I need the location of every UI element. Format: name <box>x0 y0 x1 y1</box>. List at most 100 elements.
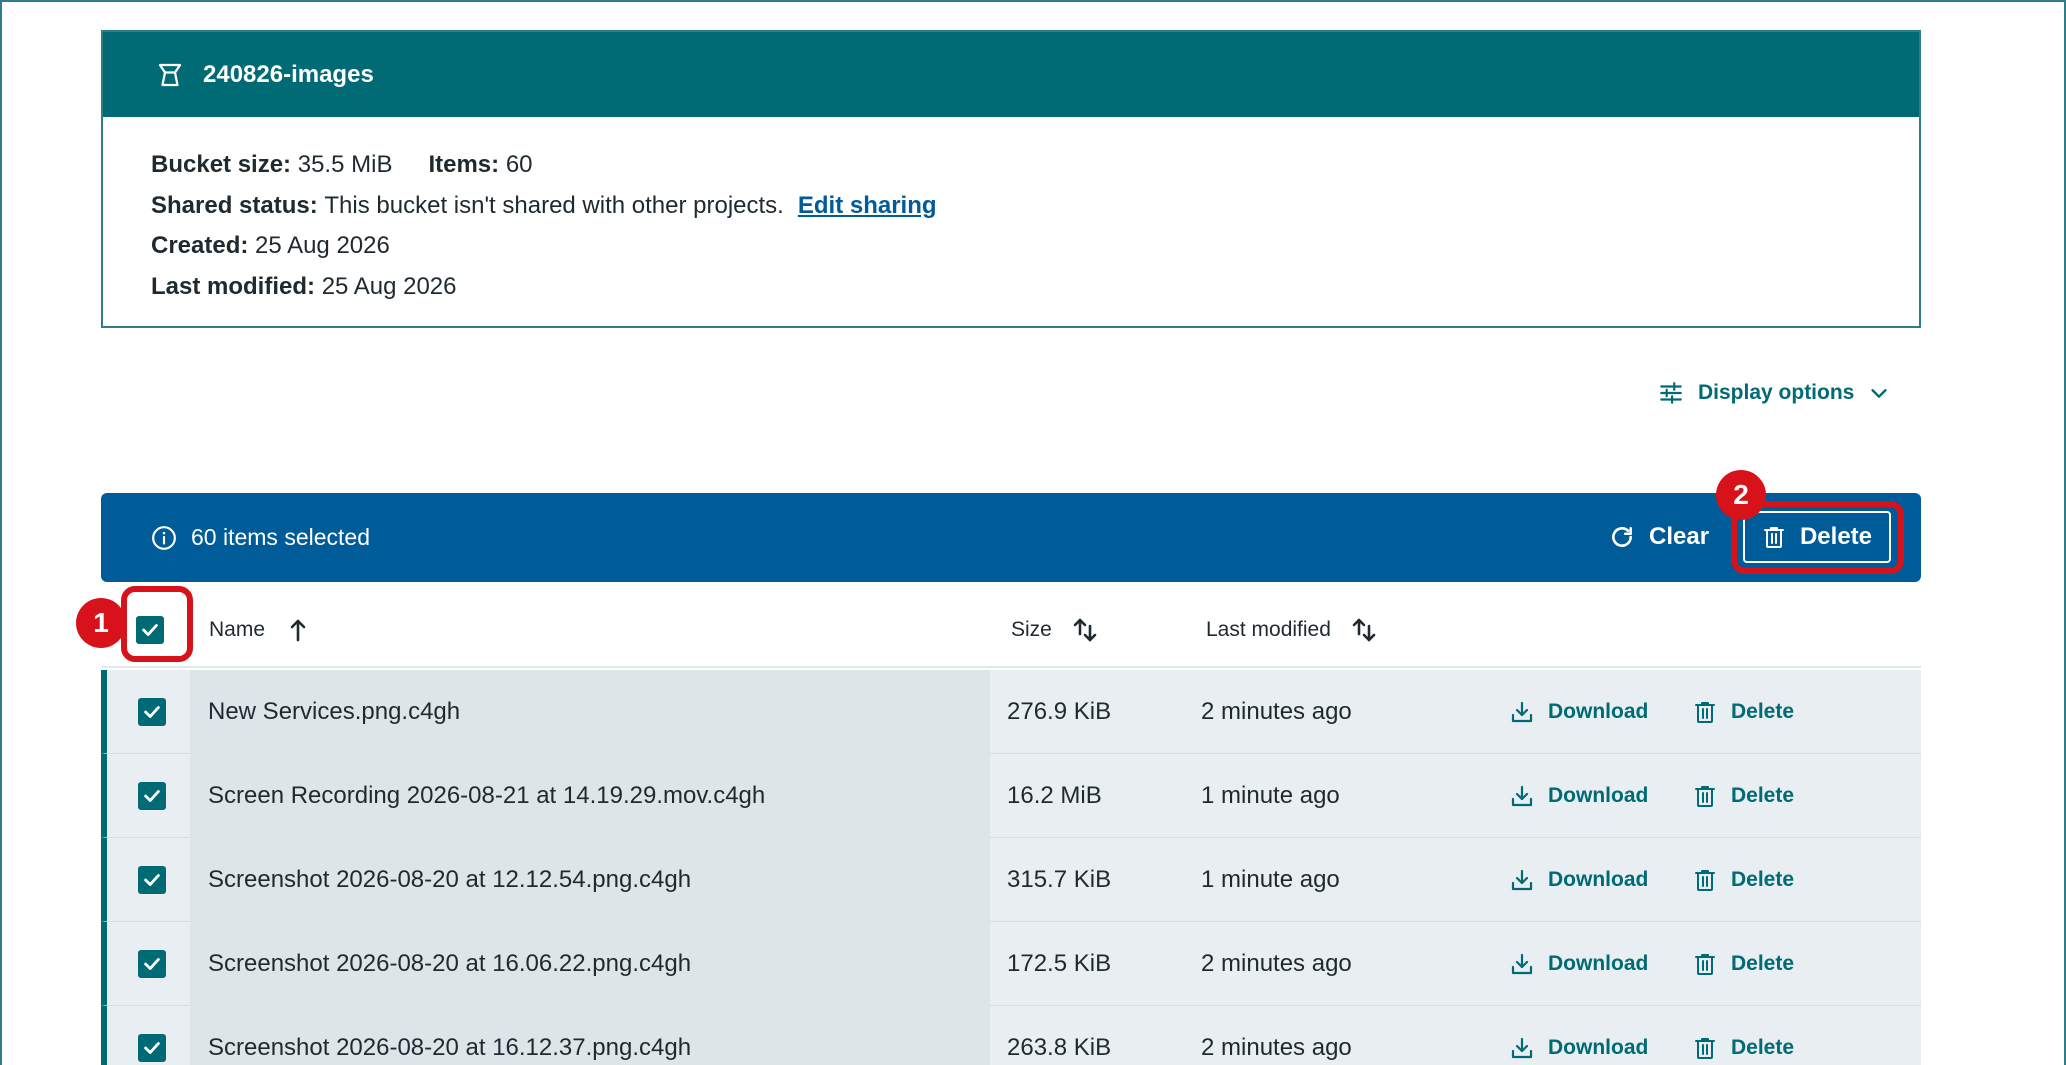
shared-status-label: Shared status: <box>151 191 318 219</box>
created-label: Created: <box>151 232 249 259</box>
download-icon <box>1510 700 1534 724</box>
download-label: Download <box>1548 1036 1649 1059</box>
bucket-name: 240826-images <box>203 60 374 88</box>
download-icon <box>1510 784 1534 808</box>
file-name[interactable]: Screenshot 2026-08-20 at 12.12.54.png.c4… <box>190 838 990 922</box>
file-size: 263.8 KiB <box>1007 1034 1112 1061</box>
delete-button[interactable]: Delete <box>1693 754 1794 838</box>
refresh-icon <box>1609 524 1635 550</box>
file-last-modified: 2 minutes ago <box>1201 698 1352 725</box>
annotation-badge-2: 2 <box>1716 470 1766 520</box>
download-button[interactable]: Download <box>1510 922 1648 1006</box>
delete-label: Delete <box>1731 1036 1795 1059</box>
file-size: 16.2 MiB <box>1007 782 1102 809</box>
delete-label: Delete <box>1731 700 1795 723</box>
download-button[interactable]: Download <box>1510 1006 1648 1065</box>
file-size: 315.7 KiB <box>1007 866 1112 893</box>
clear-selection-button[interactable]: Clear <box>1609 517 1709 557</box>
sort-ascending-icon <box>285 616 311 644</box>
trash-icon <box>1693 700 1717 724</box>
delete-button[interactable]: Delete <box>1693 838 1794 922</box>
file-size: 172.5 KiB <box>1007 950 1112 977</box>
delete-button[interactable]: Delete <box>1693 922 1794 1006</box>
trash-icon <box>1693 868 1717 892</box>
row-checkbox[interactable] <box>138 950 166 978</box>
selection-info: 60 items selected <box>101 524 370 551</box>
file-name[interactable]: Screenshot 2026-08-20 at 16.06.22.png.c4… <box>190 922 990 1006</box>
shared-status-row: Shared status: This bucket isn't shared … <box>151 186 1871 227</box>
row-checkbox[interactable] <box>138 782 166 810</box>
download-icon <box>1510 952 1534 976</box>
column-modified-label: Last modified <box>1206 618 1331 641</box>
table-header: Name Size Last modified <box>101 592 1921 668</box>
sort-both-icon <box>1072 616 1098 644</box>
row-checkbox[interactable] <box>138 698 166 726</box>
check-icon <box>144 874 160 886</box>
last-modified-label: Last modified: <box>151 272 316 300</box>
file-size: 276.9 KiB <box>1007 698 1112 725</box>
shared-status-value: This bucket isn't shared with other proj… <box>324 191 784 219</box>
file-last-modified: 2 minutes ago <box>1201 950 1352 977</box>
bucket-size-value: 35.5 MiB <box>297 151 393 178</box>
annotation-badge-1: 1 <box>76 598 126 648</box>
bucket-card: 240826-images Bucket size: 35.5 MiB Item… <box>101 30 1921 328</box>
delete-label: Delete <box>1731 784 1795 807</box>
table-row: Screenshot 2026-08-20 at 16.06.22.png.c4… <box>101 922 1921 1006</box>
file-last-modified: 1 minute ago <box>1201 866 1340 893</box>
column-name-label: Name <box>209 618 266 641</box>
column-header-size[interactable]: Size <box>1011 612 1098 648</box>
column-header-last-modified[interactable]: Last modified <box>1206 612 1377 648</box>
check-icon <box>144 1042 160 1054</box>
last-modified-value: 25 Aug 2026 <box>321 272 457 300</box>
table-row: New Services.png.c4gh 276.9 KiB 2 minute… <box>101 670 1921 754</box>
bucket-icon <box>155 60 185 90</box>
sliders-icon <box>1658 380 1684 406</box>
file-name[interactable]: New Services.png.c4gh <box>190 670 990 754</box>
edit-sharing-link[interactable]: Edit sharing <box>798 186 937 227</box>
selection-count: 60 items selected <box>191 524 370 550</box>
bucket-size-label: Bucket size: <box>151 151 292 178</box>
created-row: Created: 25 Aug 2026 <box>151 226 1871 267</box>
check-icon <box>144 958 160 970</box>
download-label: Download <box>1548 952 1649 975</box>
column-size-label: Size <box>1011 618 1052 641</box>
trash-icon <box>1693 784 1717 808</box>
download-label: Download <box>1548 868 1649 891</box>
table-row: Screenshot 2026-08-20 at 16.12.37.png.c4… <box>101 1006 1921 1065</box>
trash-icon <box>1693 952 1717 976</box>
display-options-button[interactable]: Display options <box>1658 375 1890 411</box>
row-checkbox[interactable] <box>138 866 166 894</box>
check-icon <box>144 706 160 718</box>
delete-button[interactable]: Delete <box>1693 1006 1794 1065</box>
file-name[interactable]: Screen Recording 2026-08-21 at 14.19.29.… <box>190 754 990 838</box>
file-list: New Services.png.c4gh 276.9 KiB 2 minute… <box>101 670 1921 1065</box>
bucket-details: Bucket size: 35.5 MiB Items: 60 Shared s… <box>103 117 1919 335</box>
row-checkbox[interactable] <box>138 1034 166 1062</box>
file-last-modified: 2 minutes ago <box>1201 1034 1352 1061</box>
items-value: 60 <box>505 151 533 178</box>
items-label: Items: <box>428 151 500 178</box>
download-button[interactable]: Download <box>1510 838 1648 922</box>
download-icon <box>1510 868 1534 892</box>
bucket-size-row: Bucket size: 35.5 MiB Items: 60 <box>151 145 1871 186</box>
download-button[interactable]: Download <box>1510 754 1648 838</box>
annotation-highlight-select-all <box>121 586 193 662</box>
table-row: Screenshot 2026-08-20 at 12.12.54.png.c4… <box>101 838 1921 922</box>
file-name[interactable]: Screenshot 2026-08-20 at 16.12.37.png.c4… <box>190 1006 990 1065</box>
info-icon <box>151 525 177 551</box>
check-icon <box>144 790 160 802</box>
download-label: Download <box>1548 784 1649 807</box>
selection-toolbar: 60 items selected Clear Delete <box>101 493 1921 582</box>
last-modified-row: Last modified: 25 Aug 2026 <box>151 267 1871 308</box>
created-value: 25 Aug 2026 <box>255 232 390 259</box>
delete-label: Delete <box>1731 868 1795 891</box>
column-header-name[interactable]: Name <box>209 612 311 648</box>
download-button[interactable]: Download <box>1510 670 1648 754</box>
table-row: Screen Recording 2026-08-21 at 14.19.29.… <box>101 754 1921 838</box>
download-icon <box>1510 1036 1534 1060</box>
file-last-modified: 1 minute ago <box>1201 782 1340 809</box>
delete-button[interactable]: Delete <box>1693 670 1794 754</box>
sort-both-icon <box>1351 616 1377 644</box>
display-options-label: Display options <box>1698 381 1855 404</box>
chevron-down-icon <box>1868 382 1890 404</box>
